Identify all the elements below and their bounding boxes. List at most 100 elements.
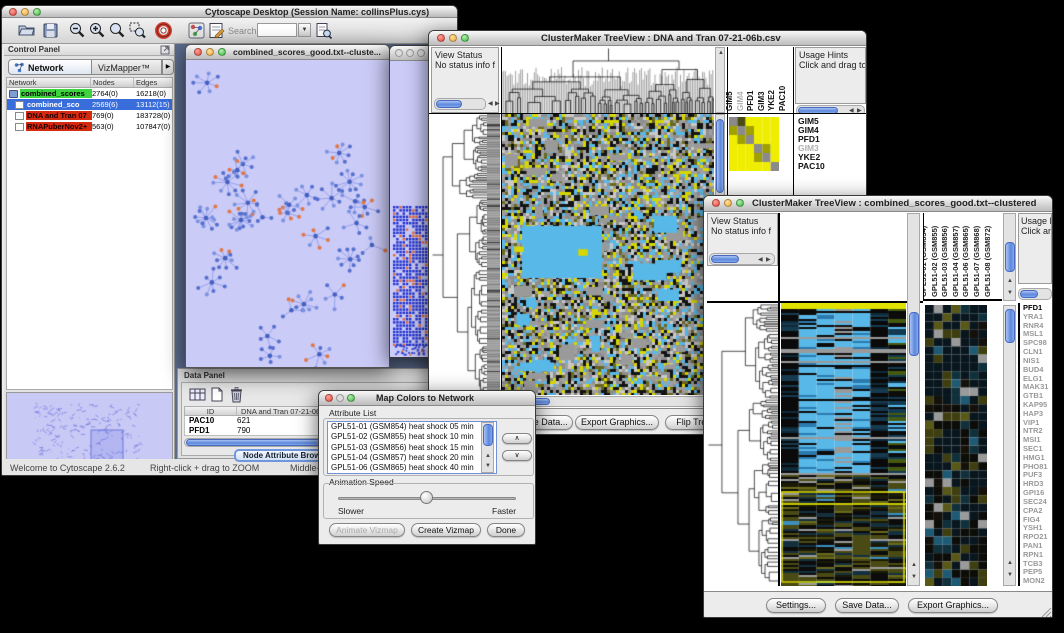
row-label[interactable]: MSL1: [1023, 330, 1053, 339]
network-view-titlebar[interactable]: combined_scores_good.txt--cluste...: [186, 45, 389, 60]
vizmapper-icon[interactable]: [187, 21, 206, 40]
column-label[interactable]: GIM3: [757, 91, 766, 111]
scroll-down-icon[interactable]: ▼: [1007, 572, 1013, 578]
attribute-table-icon[interactable]: [189, 387, 206, 402]
row-label[interactable]: BUD4: [1023, 366, 1053, 375]
row-label[interactable]: MSI1: [1023, 436, 1053, 445]
column-label[interactable]: GPL51-03 (GSM856): [940, 226, 949, 297]
scroll-right-icon[interactable]: ▶: [766, 257, 771, 263]
minimize-icon[interactable]: [206, 48, 214, 56]
animate-vizmap-button[interactable]: Animate Vizmap: [329, 523, 405, 537]
scroll-up-icon[interactable]: ▲: [485, 453, 491, 459]
row-label[interactable]: TCB3: [1023, 560, 1053, 569]
column-label[interactable]: YKE2: [767, 90, 776, 111]
zoom-window-icon[interactable]: [461, 34, 469, 42]
row-label[interactable]: VIP1: [1023, 419, 1053, 428]
scroll-up-icon[interactable]: ▲: [718, 50, 724, 56]
row-label[interactable]: GTB1: [1023, 392, 1053, 401]
attribute-list-scrollbar[interactable]: ▲ ▼: [481, 422, 494, 473]
minimize-icon[interactable]: [724, 199, 732, 207]
scroll-down-icon[interactable]: ▼: [911, 574, 917, 580]
column-label[interactable]: GPL51-01 (GSM854): [923, 226, 928, 297]
move-down-button[interactable]: ∨: [502, 450, 532, 461]
row-label[interactable]: YRA1: [1023, 313, 1053, 322]
scroll-down-icon[interactable]: ▼: [485, 463, 491, 469]
attribute-item[interactable]: GPL51-07 (GSM868) heat shock 60 min: [331, 473, 496, 474]
row-label[interactable]: HMG1: [1023, 454, 1053, 463]
column-label[interactable]: PFD1: [746, 91, 755, 111]
row-label[interactable]: FIG4: [1023, 516, 1053, 525]
search-dropdown-icon[interactable]: ▼: [298, 23, 311, 37]
data-col-attr[interactable]: DNA and Tran 07-21-06: [237, 407, 320, 415]
col-edges[interactable]: Edges: [134, 78, 157, 87]
zoom-window-icon[interactable]: [736, 199, 744, 207]
row-label[interactable]: RPN1: [1023, 551, 1053, 560]
create-vizmap-button[interactable]: Create Vizmap: [411, 523, 481, 537]
network-canvas[interactable]: [186, 60, 389, 367]
tv1-status-scrollbar[interactable]: [434, 98, 486, 110]
attribute-item[interactable]: GPL51-04 (GSM857) heat shock 20 min: [331, 453, 496, 463]
row-label[interactable]: HRD3: [1023, 480, 1053, 489]
row-label[interactable]: ELG1: [1023, 375, 1053, 384]
settings-button[interactable]: Settings...: [766, 598, 826, 613]
network-row[interactable]: DNA and Tran 07769(0)183728(0): [7, 110, 172, 121]
column-label[interactable]: PAC10: [778, 86, 787, 111]
col-network[interactable]: Network: [7, 78, 91, 87]
network-row[interactable]: RNAPuberNov2+563(0)107847(0): [7, 121, 172, 132]
close-icon[interactable]: [325, 394, 333, 402]
scroll-up-icon[interactable]: ▲: [911, 562, 917, 568]
column-label[interactable]: GPL51-02 (GSM855): [930, 226, 939, 297]
row-label[interactable]: KAP95: [1023, 401, 1053, 410]
zoom-in-icon[interactable]: [88, 21, 107, 40]
row-label[interactable]: PFD1: [1023, 304, 1053, 313]
minimize-icon[interactable]: [336, 394, 344, 402]
column-label[interactable]: GPL51-07 (GSM868): [972, 226, 981, 297]
row-label[interactable]: NIS1: [1023, 357, 1053, 366]
float-panel-icon[interactable]: [160, 45, 170, 55]
main-titlebar[interactable]: Cytoscape Desktop (Session Name: collins…: [2, 6, 457, 18]
treeview2-titlebar[interactable]: ClusterMaker TreeView : combined_scores_…: [704, 196, 1052, 212]
speed-slider-thumb[interactable]: [420, 491, 433, 504]
tv1-mini-heatmap[interactable]: [729, 117, 779, 171]
zoom-window-icon[interactable]: [417, 49, 425, 57]
attribute-list[interactable]: GPL51-01 (GSM854) heat shock 05 minGPL51…: [327, 421, 497, 474]
tv2-vscrollbar[interactable]: ▲ ▼: [907, 213, 920, 586]
save-icon[interactable]: [41, 21, 60, 40]
attribute-item[interactable]: GPL51-02 (GSM855) heat shock 10 min: [331, 432, 496, 442]
zoom-window-icon[interactable]: [33, 8, 41, 16]
export-graphics-button[interactable]: Export Graphics...: [575, 415, 659, 430]
tv1-column-dendrogram[interactable]: [501, 47, 714, 113]
row-label[interactable]: HAP3: [1023, 410, 1053, 419]
column-label[interactable]: GPL51-04 (GSM857): [951, 226, 960, 297]
scroll-up-icon[interactable]: ▲: [1007, 560, 1013, 566]
row-label[interactable]: PAN1: [1023, 542, 1053, 551]
tab-network[interactable]: Network: [8, 59, 92, 75]
row-label[interactable]: GPI16: [1023, 489, 1053, 498]
row-label[interactable]: MAK31: [1023, 383, 1053, 392]
zoom-fit-icon[interactable]: [108, 21, 127, 40]
tv2-hints-scrollbar[interactable]: [1018, 288, 1052, 300]
attribute-item[interactable]: GPL51-06 (GSM865) heat shock 40 min: [331, 463, 496, 473]
data-col-id[interactable]: ID: [185, 407, 237, 415]
scroll-right-icon[interactable]: ▶: [495, 101, 500, 107]
row-label[interactable]: PAC10: [798, 162, 866, 171]
row-label[interactable]: PEP5: [1023, 568, 1053, 577]
zoom-out-icon[interactable]: [68, 21, 87, 40]
tv2-zoom-vscrollbar[interactable]: ▲ ▼: [1003, 305, 1016, 586]
scroll-up-icon[interactable]: ▲: [1007, 278, 1013, 284]
new-attribute-icon[interactable]: [210, 387, 224, 402]
row-label[interactable]: SEC1: [1023, 445, 1053, 454]
tv2-row-dendrogram[interactable]: [707, 303, 778, 586]
close-icon[interactable]: [9, 8, 17, 16]
close-icon[interactable]: [437, 34, 445, 42]
network-row[interactable]: combined_scores2764(0)16218(0): [7, 88, 172, 99]
search-options-icon[interactable]: [314, 21, 333, 40]
minimize-icon[interactable]: [449, 34, 457, 42]
column-label[interactable]: GIM4: [736, 91, 745, 111]
row-label[interactable]: MON2: [1023, 577, 1053, 586]
row-label[interactable]: NTR2: [1023, 427, 1053, 436]
scroll-left-icon[interactable]: ◀: [488, 101, 493, 107]
dialog-titlebar[interactable]: Map Colors to Network: [319, 391, 535, 406]
treeview1-titlebar[interactable]: ClusterMaker TreeView : DNA and Tran 07-…: [429, 31, 866, 46]
column-label[interactable]: GIM5: [725, 91, 734, 111]
